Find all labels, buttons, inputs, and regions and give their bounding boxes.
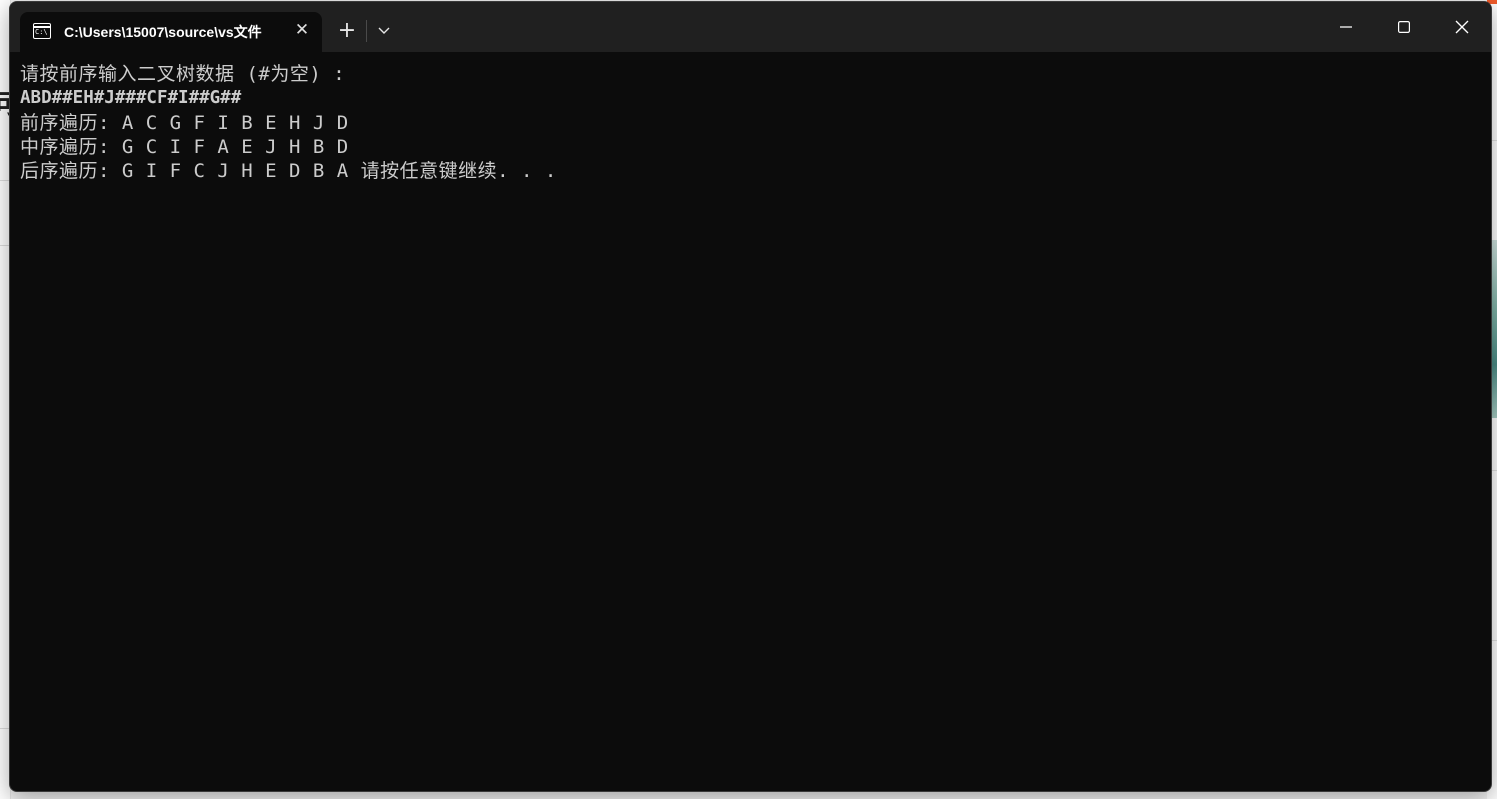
- maximize-icon: [1398, 21, 1410, 33]
- new-tab-button[interactable]: +: [334, 18, 360, 44]
- console-line-prompt: 请按前序输入二叉树数据 (#为空) :: [20, 63, 346, 85]
- close-icon: ✕: [294, 20, 310, 40]
- tab-dropdown-button[interactable]: [372, 18, 396, 44]
- minimize-button[interactable]: [1317, 2, 1375, 52]
- maximize-button[interactable]: [1375, 2, 1433, 52]
- close-window-button[interactable]: [1433, 2, 1491, 52]
- terminal-window: C:\ C:\Users\15007\source\vs文件 ✕ + 请按前序输…: [9, 1, 1492, 792]
- close-tab-button[interactable]: ✕: [290, 18, 314, 42]
- console-line-input: ABD##EH#J###CF#I##G##: [20, 88, 242, 109]
- console-line-postorder: 后序遍历: G I F C J H E D B A 请按任意键继续. . .: [20, 160, 557, 183]
- close-icon: [1455, 20, 1469, 34]
- tab-title: C:\Users\15007\source\vs文件: [64, 24, 262, 40]
- console-output[interactable]: 请按前序输入二叉树数据 (#为空) : ABD##EH#J###CF#I##G#…: [20, 62, 1491, 791]
- cmd-icon-label: C:\: [35, 28, 48, 36]
- tab-active[interactable]: C:\ C:\Users\15007\source\vs文件 ✕: [20, 12, 322, 52]
- console-line-inorder: 中序遍历: G C I F A E J H B D: [20, 135, 349, 158]
- console-line-preorder: 前序遍历: A C G F I B E H J D: [20, 111, 349, 134]
- plus-icon: +: [337, 18, 357, 43]
- title-bar[interactable]: C:\ C:\Users\15007\source\vs文件 ✕ +: [10, 2, 1491, 52]
- chevron-down-icon: [378, 27, 390, 34]
- cmd-icon: C:\: [33, 23, 51, 39]
- divider: [366, 20, 367, 42]
- minimize-icon: [1340, 26, 1352, 28]
